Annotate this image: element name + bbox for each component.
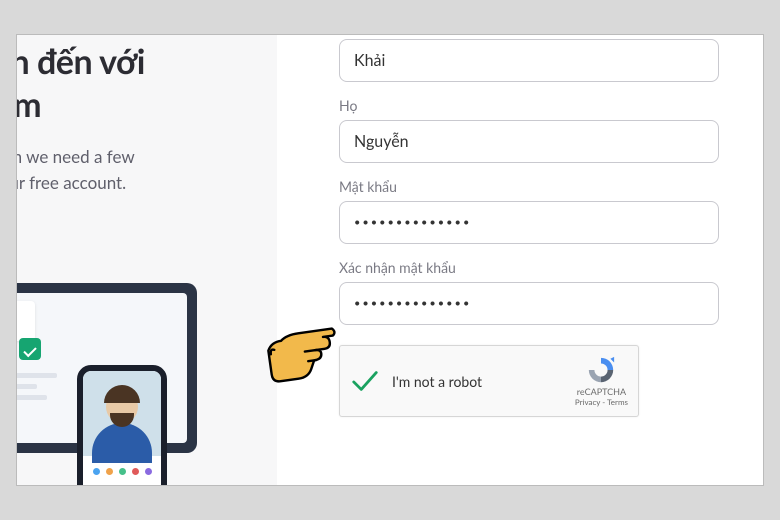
signup-form: Họ Mật khẩu Xác nhận mật khẩu I'm not a …: [277, 35, 763, 485]
app-dots-icon: [83, 468, 161, 475]
illustration: 0:55 AM: [17, 265, 257, 485]
password-label: Mật khẩu: [339, 178, 719, 195]
recaptcha-text: I'm not a robot: [392, 373, 575, 390]
recaptcha-widget[interactable]: I'm not a robot reCAPTCHA Privacy - Term…: [339, 345, 639, 417]
last-name-field[interactable]: [339, 120, 719, 163]
first-name-field[interactable]: [339, 39, 719, 82]
subtitle-line-2: eate your free account.: [17, 172, 126, 193]
pointing-hand-icon: [261, 317, 343, 389]
app-frame: bạn đến với oom ith Zoom we need a few e…: [16, 34, 764, 486]
recaptcha-logo-icon: [586, 355, 616, 385]
page-title: bạn đến với oom: [17, 41, 259, 126]
subtitle-line-1: ith Zoom we need a few: [17, 146, 135, 167]
tile-icon: [17, 301, 35, 341]
avatar-icon: [83, 371, 161, 456]
recaptcha-brand: reCAPTCHA Privacy - Terms: [575, 355, 628, 407]
title-line-2: oom: [17, 84, 41, 125]
password-field[interactable]: [339, 201, 719, 244]
check-icon: [19, 338, 41, 360]
last-name-label: Họ: [339, 97, 719, 114]
recaptcha-links[interactable]: Privacy - Terms: [575, 397, 628, 407]
page-subtitle: ith Zoom we need a few eate your free ac…: [17, 144, 259, 197]
recaptcha-brand-text: reCAPTCHA: [575, 386, 628, 397]
confirm-password-field[interactable]: [339, 282, 719, 325]
left-panel: bạn đến với oom ith Zoom we need a few e…: [17, 35, 277, 485]
text-lines-icon: [17, 373, 57, 406]
confirm-password-label: Xác nhận mật khẩu: [339, 259, 719, 276]
phone-illustration: [77, 365, 167, 485]
title-line-1: bạn đến với: [17, 41, 145, 82]
recaptcha-check-icon: [350, 366, 380, 396]
